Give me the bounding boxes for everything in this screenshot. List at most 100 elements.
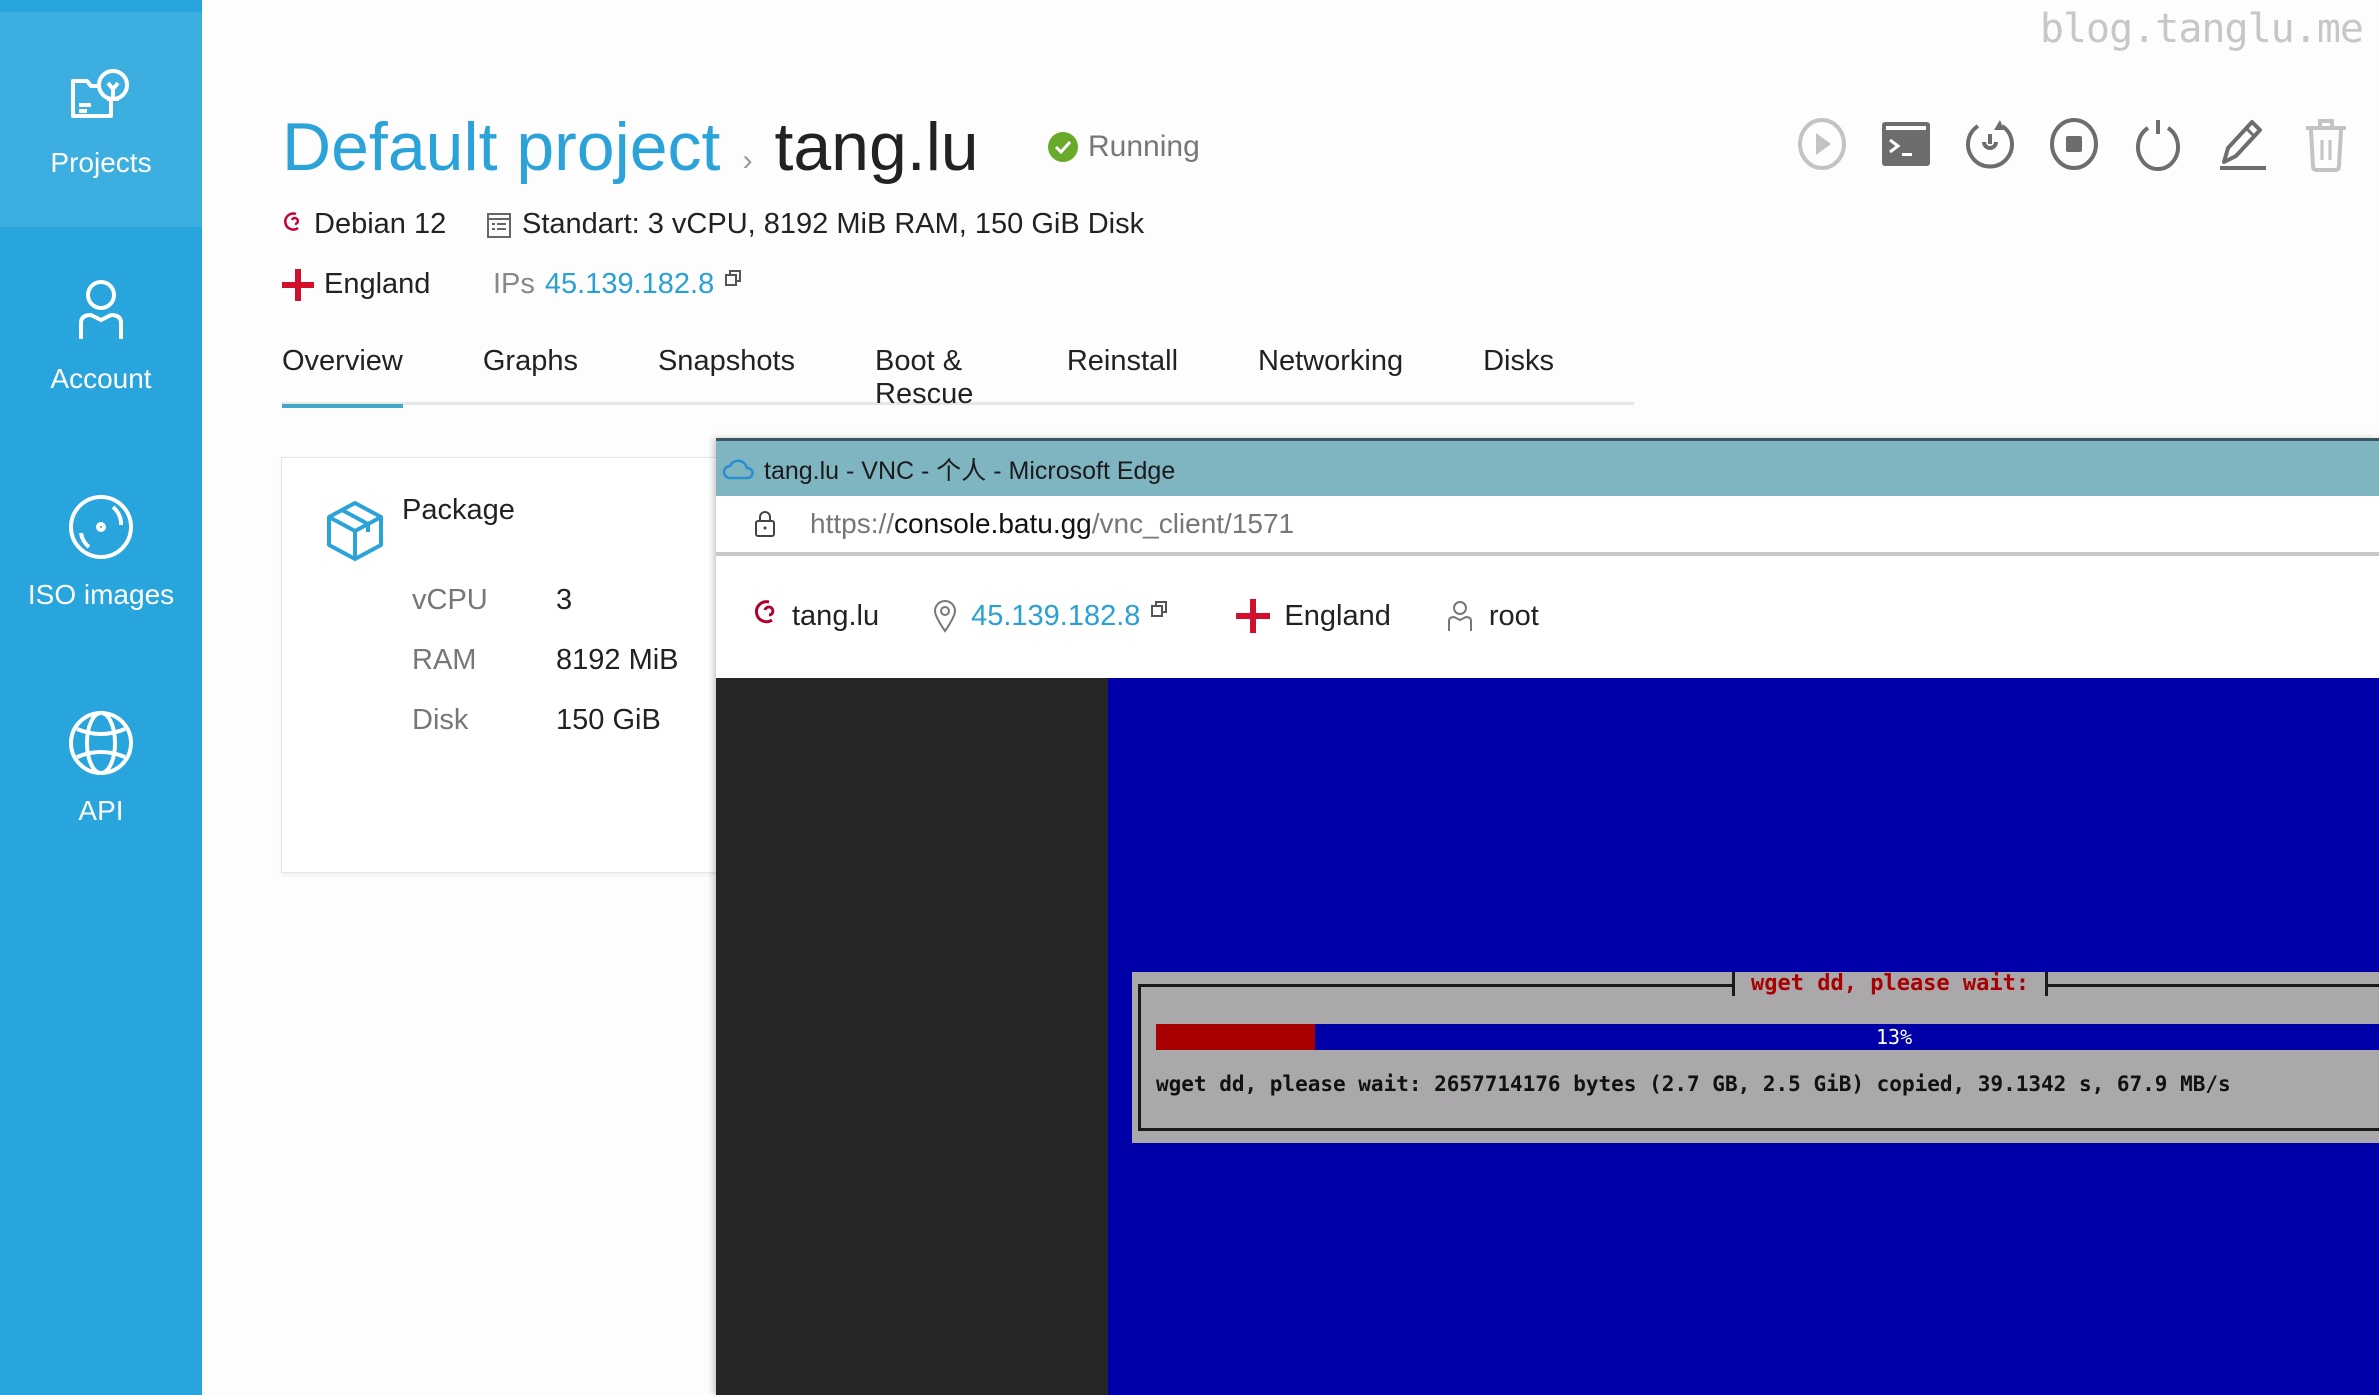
england-flag-icon <box>1236 599 1271 633</box>
globe-icon <box>69 710 133 775</box>
tab-graphs[interactable]: Graphs <box>483 345 578 405</box>
sidebar-item-iso-images[interactable]: ISO images <box>0 444 202 659</box>
package-title: Package <box>402 494 515 526</box>
sidebar-item-label: Account <box>50 362 152 394</box>
start-button[interactable] <box>1796 116 1848 172</box>
breadcrumb-separator: › <box>742 144 753 177</box>
status-text: Running <box>1088 130 1200 163</box>
trash-icon <box>2306 119 2346 172</box>
plan-info: Standart: 3 vCPU, 8192 MiB RAM, 150 GiB … <box>486 208 1144 241</box>
vnc-user: root <box>1445 599 1539 633</box>
spec-key: Disk <box>412 704 469 736</box>
spec-key: vCPU <box>412 584 488 616</box>
sidebar-item-api[interactable]: API <box>0 660 202 875</box>
plan-icon <box>487 212 511 238</box>
progress-dialog: wget dd, please wait: 13% wget dd, pleas… <box>1132 972 2379 1143</box>
tab-disks[interactable]: Disks <box>1483 345 1554 405</box>
vnc-location-name: England <box>1284 599 1391 632</box>
tab-bar: Overview Graphs Snapshots Boot & Rescue … <box>282 345 1634 410</box>
rename-button[interactable] <box>2216 116 2268 172</box>
url-domain: console.batu.gg <box>894 508 1092 539</box>
spec-key: RAM <box>412 644 477 676</box>
account-icon <box>79 279 123 339</box>
vnc-host: tang.lu <box>754 598 879 634</box>
url-path: /vnc_client/1571 <box>1091 508 1295 539</box>
power-off-button[interactable] <box>2132 116 2184 172</box>
console-button[interactable] <box>1880 116 1932 172</box>
user-icon <box>1447 601 1472 631</box>
spec-value: 8192 MiB <box>556 644 679 676</box>
sidebar-item-account[interactable]: Account <box>0 228 202 443</box>
debian-icon <box>754 600 775 624</box>
location-pin-icon <box>934 600 957 633</box>
copy-icon[interactable] <box>724 269 742 287</box>
address-bar[interactable]: https://console.batu.gg/vnc_client/1571 <box>716 496 2379 556</box>
dialog-message: wget dd, please wait: 2657714176 bytes (… <box>1156 1072 2231 1096</box>
window-title: tang.lu - VNC - 个人 - Microsoft Edge <box>764 456 1176 485</box>
vnc-ip-link[interactable]: 45.139.182.8 <box>971 600 1140 633</box>
breadcrumb-project-link[interactable]: Default project <box>282 108 720 186</box>
sidebar-item-label: ISO images <box>27 578 175 610</box>
page-title: tang.lu <box>774 109 979 185</box>
vnc-user-name: root <box>1488 599 1539 632</box>
play-icon <box>1798 118 1846 170</box>
ips-label: IPs <box>493 268 535 300</box>
sidebar-item-label: Projects <box>50 146 152 178</box>
status-badge: Running <box>1048 130 1200 164</box>
sidebar-item-projects[interactable]: Projects <box>0 12 202 227</box>
delete-button[interactable] <box>2300 116 2352 172</box>
window-titlebar[interactable]: tang.lu - VNC - 个人 - Microsoft Edge <box>716 438 2379 496</box>
installer-screen: wget dd, please wait: 13% wget dd, pleas… <box>1108 678 2379 1395</box>
sidebar: Projects Account ISO images API <box>0 0 202 1395</box>
vnc-host-name: tang.lu <box>792 599 880 632</box>
sidebar-item-label: API <box>78 794 124 826</box>
tab-snapshots[interactable]: Snapshots <box>658 345 795 405</box>
debian-icon <box>284 211 300 231</box>
tab-boot-rescue[interactable]: Boot & Rescue <box>875 345 987 410</box>
progress-label: 13% <box>1876 1025 1913 1049</box>
os-info: Debian 12 <box>282 208 446 241</box>
power-icon <box>2136 120 2180 172</box>
reboot-icon <box>1966 120 2014 169</box>
reboot-button[interactable] <box>1964 116 2016 172</box>
iso-icon <box>69 494 133 559</box>
location-name: England <box>324 268 431 300</box>
stop-icon <box>2050 118 2098 170</box>
vnc-browser-window: tang.lu - VNC - 个人 - Microsoft Edge http… <box>716 438 2379 1395</box>
spec-value: 3 <box>556 584 573 616</box>
copy-icon[interactable] <box>1150 600 1168 618</box>
spec-row: RAM 8192 MiB <box>412 644 679 677</box>
ip-address-link[interactable]: 45.139.182.8 <box>545 268 714 301</box>
server-actions <box>1796 116 2352 172</box>
lock-icon <box>755 511 775 537</box>
ip-info: IPs 45.139.182.8 <box>493 268 752 301</box>
dialog-title: wget dd, please wait: <box>1732 972 2049 996</box>
spec-value: 150 GiB <box>556 704 661 736</box>
breadcrumb: Default project › tang.lu <box>282 108 979 186</box>
location-info: England <box>282 268 430 301</box>
dialog-border <box>1138 984 2379 1131</box>
vnc-ip: 45.139.182.8 <box>933 599 1182 633</box>
projects-icon <box>71 68 129 118</box>
vnc-info-bar: tang.lu 45.139.182.8 England root <box>716 556 2379 676</box>
terminal-icon <box>1882 122 1930 166</box>
spec-row: Disk 150 GiB <box>412 704 661 737</box>
url-scheme: https:// <box>810 508 895 539</box>
vnc-location: England <box>1236 599 1391 633</box>
tab-networking[interactable]: Networking <box>1258 345 1403 405</box>
spec-row: vCPU 3 <box>412 584 572 617</box>
pencil-icon <box>2220 120 2266 170</box>
os-name: Debian 12 <box>314 208 447 240</box>
watermark: blog.tanglu.me <box>2039 6 2364 52</box>
package-card: Package vCPU 3 RAM 8192 MiB Disk 150 GiB <box>281 457 721 873</box>
check-icon <box>1048 132 1078 162</box>
vnc-screen[interactable]: wget dd, please wait: 13% wget dd, pleas… <box>716 678 2379 1395</box>
tab-reinstall[interactable]: Reinstall <box>1067 345 1178 405</box>
progress-bar-fill <box>1156 1024 1315 1050</box>
cloud-icon <box>722 459 754 479</box>
tab-overview[interactable]: Overview <box>282 345 403 408</box>
stop-button[interactable] <box>2048 116 2100 172</box>
package-icon <box>327 501 383 561</box>
progress-bar: 13% <box>1156 1024 2379 1050</box>
plan-text: Standart: 3 vCPU, 8192 MiB RAM, 150 GiB … <box>522 208 1145 240</box>
